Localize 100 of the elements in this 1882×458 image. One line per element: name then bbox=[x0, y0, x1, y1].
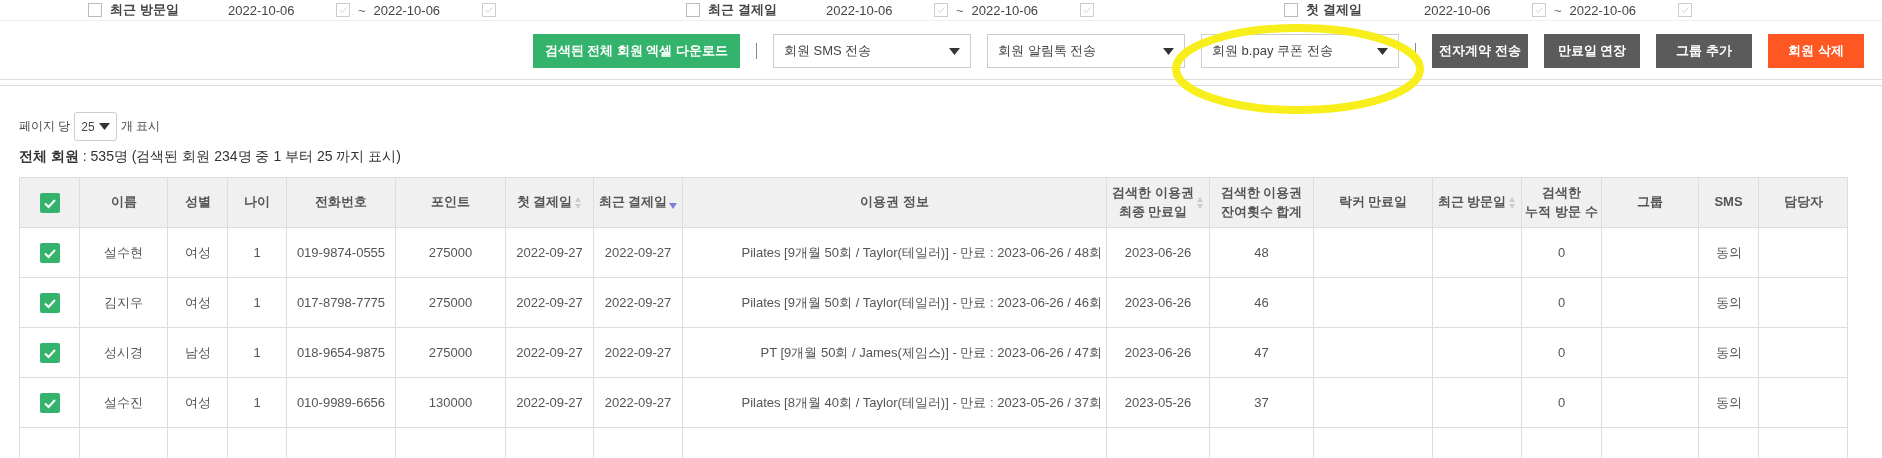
date-field[interactable]: 2022-10-06 bbox=[228, 2, 328, 18]
table-cell: 1 bbox=[227, 227, 287, 278]
checkbox[interactable] bbox=[39, 392, 60, 413]
table-cell: 010-9989-6656 bbox=[286, 377, 396, 428]
table-cell: 1 bbox=[227, 277, 287, 328]
table-cell: 2023-06-26 bbox=[1106, 227, 1210, 278]
table-cell: 1 bbox=[227, 377, 287, 428]
table-cell: 1 bbox=[227, 327, 287, 378]
calendar-check-icon[interactable] bbox=[481, 3, 496, 17]
table-cell: 2022-09-27 bbox=[505, 377, 594, 428]
table-cell: 37 bbox=[1209, 377, 1314, 428]
sort-icon[interactable] bbox=[1195, 195, 1204, 210]
checkbox[interactable] bbox=[1284, 3, 1298, 17]
table-cell: 2022-09-27 bbox=[593, 377, 683, 428]
table-cell: 275000 bbox=[395, 327, 506, 378]
table-cell: 설수진 bbox=[79, 377, 168, 428]
action-button[interactable]: 그룹 추가 bbox=[1656, 34, 1752, 68]
table-cell: 2023-06-26 bbox=[1106, 277, 1210, 328]
calendar-check-icon[interactable] bbox=[336, 3, 350, 17]
caret-icon bbox=[949, 47, 960, 55]
calendar-check-icon[interactable] bbox=[1079, 3, 1094, 17]
table-cell: 48 bbox=[1209, 227, 1314, 278]
column-header[interactable]: SMS bbox=[1698, 177, 1759, 228]
column-header[interactable]: 검색한 이용권 최종 만료일 bbox=[1106, 177, 1210, 228]
table-cell: 0 bbox=[1521, 277, 1602, 328]
caret-icon bbox=[98, 123, 110, 130]
dropdown[interactable]: 회원 SMS 전송 bbox=[773, 34, 971, 68]
date-field[interactable]: 2022-10-06 bbox=[1424, 2, 1524, 18]
table-cell: 2022-09-27 bbox=[505, 227, 594, 278]
caret-icon bbox=[1163, 47, 1174, 55]
column-header[interactable]: 락커 만료일 bbox=[1313, 177, 1433, 228]
sort-icon[interactable] bbox=[1508, 195, 1517, 210]
table-cell: 017-8798-7775 bbox=[286, 277, 396, 328]
table-cell: 275000 bbox=[395, 277, 506, 328]
table-cell: 0 bbox=[1521, 377, 1602, 428]
action-button[interactable]: 만료일 연장 bbox=[1544, 34, 1640, 68]
calendar-check-icon[interactable] bbox=[934, 3, 948, 17]
table-cell: 019-9874-0555 bbox=[286, 227, 396, 278]
column-header[interactable]: 최근 방문일 bbox=[1432, 177, 1522, 228]
column-header[interactable]: 포인트 bbox=[395, 177, 506, 228]
table-cell: PT [9개월 50회 / James(제임스)] - 만료 : 2023-06-26 / 47회 bbox=[682, 327, 1107, 378]
checkbox[interactable] bbox=[686, 3, 700, 17]
table-cell: 동의 bbox=[1698, 377, 1759, 428]
column-header[interactable]: 최근 결제일 bbox=[593, 177, 683, 228]
column-header[interactable]: 담당자 bbox=[1758, 177, 1848, 228]
table-cell: 018-9654-9875 bbox=[286, 327, 396, 378]
checkbox[interactable] bbox=[88, 3, 102, 17]
calendar-check-icon[interactable] bbox=[1532, 3, 1546, 17]
table-cell: 130000 bbox=[395, 377, 506, 428]
table-cell: 여성 bbox=[167, 227, 228, 278]
table-cell: 47 bbox=[1209, 327, 1314, 378]
page-size-label: 페이지 당 bbox=[19, 118, 71, 135]
range-separator: ~ bbox=[358, 2, 366, 18]
date-field[interactable]: 2022-10-06 bbox=[1569, 2, 1670, 18]
range-separator: ~ bbox=[956, 2, 964, 18]
date-field[interactable]: 2022-10-06 bbox=[373, 2, 474, 18]
caret-icon bbox=[1377, 47, 1388, 55]
table-cell: 2022-09-27 bbox=[505, 277, 594, 328]
column-header[interactable]: 이름 bbox=[79, 177, 168, 228]
dropdown[interactable]: 회원 알림톡 전송 bbox=[987, 34, 1185, 68]
column-header[interactable]: 전화번호 bbox=[286, 177, 396, 228]
action-button[interactable]: 전자계약 전송 bbox=[1432, 34, 1528, 68]
dropdown[interactable]: 회원 b.pay 쿠폰 전송 bbox=[1201, 34, 1399, 68]
member-summary: 전체 회원 : 535명 (검색된 회원 234명 중 1 부터 25 까지 표시) bbox=[19, 148, 402, 166]
table-cell: 여성 bbox=[167, 277, 228, 328]
table-cell: 46 bbox=[1209, 277, 1314, 328]
column-header[interactable]: 이용권 정보 bbox=[682, 177, 1107, 228]
table-cell: 동의 bbox=[1698, 277, 1759, 328]
table-cell: 2023-06-26 bbox=[1106, 327, 1210, 378]
checkbox[interactable] bbox=[39, 292, 60, 313]
table-cell: 동의 bbox=[1698, 327, 1759, 378]
calendar-check-icon[interactable] bbox=[1677, 3, 1692, 17]
checkbox[interactable] bbox=[39, 342, 60, 363]
table-cell: Pilates [9개월 50회 / Taylor(테일러)] - 만료 : 2023-06-26 / 48회 bbox=[682, 227, 1107, 278]
table-cell: 0 bbox=[1521, 227, 1602, 278]
column-header[interactable]: 그룹 bbox=[1601, 177, 1699, 228]
table-cell: 남성 bbox=[167, 327, 228, 378]
page-size-dropdown[interactable]: 25 bbox=[74, 112, 117, 141]
column-header[interactable]: 검색한 이용권 잔여횟수 합계 bbox=[1209, 177, 1314, 228]
checkbox[interactable] bbox=[39, 192, 60, 213]
table-cell: 2022-09-27 bbox=[593, 327, 683, 378]
column-header[interactable]: 성별 bbox=[167, 177, 228, 228]
column-header[interactable]: 첫 결제일 bbox=[505, 177, 594, 228]
sort-icon[interactable] bbox=[574, 195, 583, 210]
checkbox[interactable] bbox=[39, 242, 60, 263]
table-cell: 2022-09-27 bbox=[593, 277, 683, 328]
table-cell: 성시경 bbox=[79, 327, 168, 378]
filter-label: 최근 방문일 bbox=[110, 1, 180, 19]
table-cell: 2022-09-27 bbox=[593, 227, 683, 278]
table-cell: 설수현 bbox=[79, 227, 168, 278]
table-cell: 2022-09-27 bbox=[505, 327, 594, 378]
date-field[interactable]: 2022-10-06 bbox=[971, 2, 1072, 18]
table-cell: 2023-05-26 bbox=[1106, 377, 1210, 428]
table-cell: 0 bbox=[1521, 327, 1602, 378]
table-cell: 김지우 bbox=[79, 277, 168, 328]
date-field[interactable]: 2022-10-06 bbox=[826, 2, 926, 18]
column-header[interactable]: 나이 bbox=[227, 177, 287, 228]
table-cell: Pilates [8개월 40회 / Taylor(테일러)] - 만료 : 2023-05-26 / 37회 bbox=[682, 377, 1107, 428]
column-header[interactable]: 검색한 누적 방문 수 bbox=[1521, 177, 1602, 228]
filter-label: 최근 결제일 bbox=[708, 1, 778, 19]
